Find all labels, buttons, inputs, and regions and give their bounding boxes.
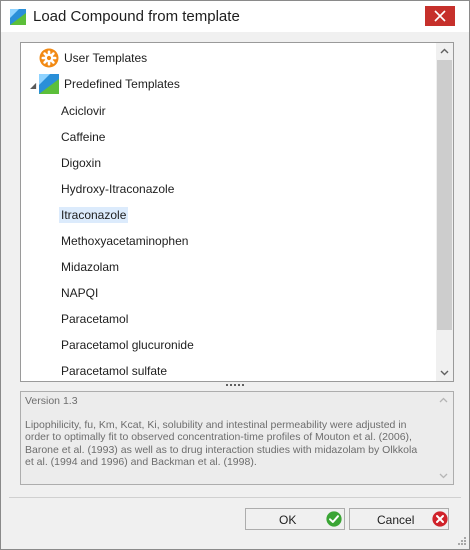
app-logo-icon [10,9,26,25]
tree-node-user-templates[interactable]: User Templates [39,48,419,68]
panel-splitter[interactable] [226,384,246,388]
template-label: Paracetamol glucuronide [61,338,194,352]
template-item-midazolam[interactable]: Midazolam [59,256,419,276]
template-label: Itraconazole [59,207,129,223]
template-item-paracetamol[interactable]: Paracetamol [59,308,419,328]
template-label: Caffeine [61,130,106,144]
description-scrollbar[interactable] [435,392,452,484]
load-compound-dialog: Load Compound from template User Templat… [0,0,470,550]
template-item-itraconazole[interactable]: Itraconazole [59,204,419,224]
ok-button-label: OK [279,513,297,527]
tree-node-label: Predefined Templates [64,77,180,91]
template-label: Methoxyacetaminophen [61,234,189,248]
description-body: Lipophilicity, fu, Km, Kcat, Ki, solubil… [25,419,418,468]
template-item-paracetamol-sulfate[interactable]: Paracetamol sulfate [59,360,419,380]
template-item-caffeine[interactable]: Caffeine [59,126,419,146]
template-label: Digoxin [61,156,102,170]
cancel-button[interactable]: Cancel [349,508,449,530]
app-logo-icon [39,74,59,94]
template-item-hydroxy-itraconazole[interactable]: Hydroxy-Itraconazole [59,178,419,198]
scroll-down-icon[interactable] [440,368,449,377]
description-panel: Version 1.3 Lipophilicity, fu, Km, Kcat,… [20,391,454,485]
description-text: Version 1.3 Lipophilicity, fu, Km, Kcat,… [25,395,423,468]
gear-icon [39,48,59,68]
button-separator [9,497,461,498]
ok-button[interactable]: OK [245,508,345,530]
cancel-icon [432,511,448,527]
cancel-button-label: Cancel [377,513,415,527]
template-label: Paracetamol sulfate [61,364,168,378]
resize-grip-icon[interactable] [456,537,466,547]
template-item-aciclovir[interactable]: Aciclovir [59,100,419,120]
window-title: Load Compound from template [33,8,240,25]
scrollbar-thumb[interactable] [437,60,452,330]
expand-arrow-icon[interactable]: ◢ [30,81,36,90]
close-button[interactable] [425,6,455,26]
scroll-down-icon[interactable] [439,471,448,480]
template-item-paracetamol-glucuronide[interactable]: Paracetamol glucuronide [59,334,419,354]
scroll-up-icon[interactable] [439,396,448,405]
template-item-napqi[interactable]: NAPQI [59,282,419,302]
template-label: Hydroxy-Itraconazole [61,182,175,196]
template-label: Paracetamol [61,312,129,326]
version-label: Version 1.3 [25,395,78,407]
close-icon [434,10,446,22]
template-label: NAPQI [61,286,99,300]
template-item-methoxyacetaminophen[interactable]: Methoxyacetaminophen [59,230,419,250]
checkmark-icon [326,511,342,527]
tree-scrollbar[interactable] [436,43,453,381]
title-bar: Load Compound from template [1,1,469,32]
scroll-up-icon[interactable] [440,47,449,56]
template-label: Midazolam [61,260,120,274]
template-label: Aciclovir [61,104,106,118]
tree-node-label: User Templates [64,51,148,65]
template-item-digoxin[interactable]: Digoxin [59,152,419,172]
template-tree[interactable]: User Templates ◢ Predefined Templates Ac… [20,42,454,382]
tree-node-predefined-templates[interactable]: Predefined Templates [39,74,419,94]
